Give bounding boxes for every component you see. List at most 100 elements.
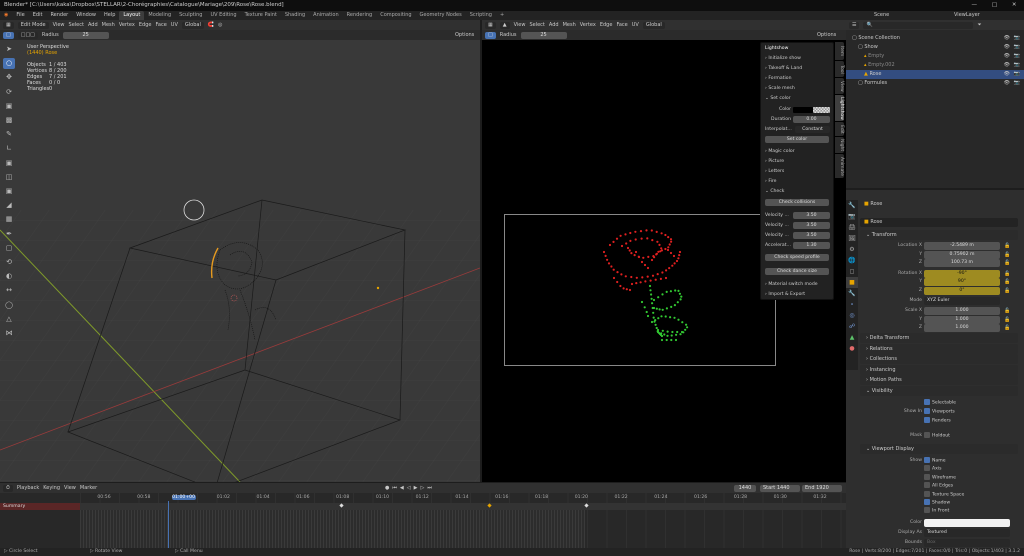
edge-slide-icon[interactable]: ↔	[3, 285, 15, 296]
rip-icon[interactable]: ⋈	[3, 328, 15, 339]
visibility-eye-icon[interactable]: 👁	[1004, 79, 1010, 88]
menu-render[interactable]: Render	[46, 11, 72, 20]
velocity-field[interactable]: 3.50	[793, 222, 830, 229]
check-dance-size-button[interactable]: Check dance size	[765, 268, 829, 275]
acceleration-field[interactable]: 1.30	[793, 242, 830, 249]
rotation-mode-dropdown[interactable]: XYZ Euler	[924, 297, 1000, 305]
visibility-eye-icon[interactable]: 👁	[1004, 70, 1010, 79]
outliner-row[interactable]: ▴ Empty 👁 📷	[846, 52, 1024, 61]
tab-geometry-nodes[interactable]: Geometry Nodes	[416, 11, 466, 20]
add-menu[interactable]: Add	[549, 22, 559, 28]
menu-edit[interactable]: Edit	[29, 11, 47, 20]
tab-edit[interactable]: Edit	[835, 122, 844, 136]
outliner-search[interactable]: 🔍	[863, 21, 974, 29]
tab-layout[interactable]: Layout	[119, 11, 145, 20]
radius-field[interactable]: 25	[62, 31, 109, 39]
renders-checkbox[interactable]: Renders	[924, 417, 951, 426]
knife-icon[interactable]: ✒	[3, 229, 15, 240]
display-checkbox[interactable]: All Edges	[924, 482, 953, 491]
collection-tab-icon[interactable]: ◻	[846, 266, 858, 277]
viewports-checkbox[interactable]: Viewports	[924, 408, 955, 417]
duration-field[interactable]: 0.00	[793, 116, 830, 123]
render-camera-icon[interactable]: 📷	[1014, 34, 1020, 43]
play-icon[interactable]: ▶	[414, 485, 418, 491]
mesh-menu[interactable]: Mesh	[102, 22, 115, 28]
output-tab-icon[interactable]: 🖨	[846, 222, 858, 233]
visibility-eye-icon[interactable]: 👁	[1004, 61, 1010, 70]
property-field[interactable]: 0°	[924, 286, 1000, 295]
section-magic-color[interactable]: › Magic color	[765, 147, 829, 156]
add-cube-icon[interactable]: ▣	[3, 158, 15, 169]
tab-texture-paint[interactable]: Texture Paint	[241, 11, 281, 20]
selectable-checkbox[interactable]: Selectable	[924, 399, 956, 408]
menu-window[interactable]: Window	[72, 11, 100, 20]
transform-orientation-dropdown[interactable]: Global	[642, 21, 665, 29]
view-menu[interactable]: View	[53, 22, 65, 28]
section-import-export[interactable]: › Import & Export	[765, 290, 829, 299]
visibility-eye-icon[interactable]: 👁	[1004, 34, 1010, 43]
collapsed-section[interactable]: › Motion Paths	[860, 375, 1018, 386]
velocity-field[interactable]: 3.50	[793, 212, 830, 219]
render-camera-icon[interactable]: 📷	[1014, 61, 1020, 70]
editor-type-icon[interactable]: ▦	[485, 21, 496, 29]
shear-icon[interactable]: △	[3, 314, 15, 325]
tab-scripting[interactable]: Scripting	[466, 11, 496, 20]
mode-icon[interactable]: ▲	[499, 21, 510, 29]
extrude-icon[interactable]: ◫	[3, 172, 15, 183]
world-tab-icon[interactable]: 🌐	[846, 255, 858, 266]
proportional-edit-icon[interactable]: ◎	[218, 22, 222, 28]
modifier-tab-icon[interactable]: 🔧	[846, 288, 858, 299]
collapsed-section[interactable]: › Instancing	[860, 364, 1018, 375]
menu-help[interactable]: Help	[100, 11, 119, 20]
cursor-icon[interactable]: ➤	[3, 44, 15, 55]
maximize-icon[interactable]: □	[992, 0, 997, 11]
loopcut-icon[interactable]: ▦	[3, 214, 15, 225]
outliner-row[interactable]: ▢ Show 👁 📷	[846, 43, 1024, 52]
face-menu[interactable]: Face	[155, 22, 166, 28]
inset-icon[interactable]: ▣	[3, 186, 15, 197]
tab-shading[interactable]: Shading	[281, 11, 309, 20]
radius-field[interactable]: 25	[520, 31, 567, 39]
close-icon[interactable]: ✕	[1012, 0, 1017, 11]
section-fire[interactable]: › Fire	[765, 177, 829, 186]
section-scale-mesh[interactable]: › Scale mesh	[765, 84, 829, 93]
editor-type-icon[interactable]: ▦	[3, 21, 14, 29]
check-collisions-button[interactable]: Check collisions	[765, 199, 829, 206]
scene-tab-icon[interactable]: ⚙	[846, 244, 858, 255]
tab-uv-editing[interactable]: UV Editing	[206, 11, 240, 20]
uv-menu[interactable]: UV	[171, 22, 178, 28]
jump-start-icon[interactable]: ⏮	[392, 485, 397, 491]
prev-key-icon[interactable]: ◀	[400, 485, 404, 491]
interpolation-dropdown[interactable]: Constant	[795, 126, 830, 133]
end-frame-field[interactable]: End 1920	[802, 484, 842, 492]
select-menu[interactable]: Select	[529, 22, 544, 28]
tab-view[interactable]: View	[835, 78, 844, 94]
tab-night[interactable]: Night	[835, 137, 844, 153]
data-tab-icon[interactable]: ▲	[846, 332, 858, 343]
section-formation[interactable]: › Formation	[765, 74, 829, 83]
collapsed-section[interactable]: › Delta Transform	[860, 333, 1018, 343]
polybuild-icon[interactable]: ▢	[3, 243, 15, 254]
transform-orientation-dropdown[interactable]: Global	[181, 21, 204, 29]
jump-end-icon[interactable]: ⏭	[427, 485, 432, 491]
render-camera-icon[interactable]: 📷	[1014, 43, 1020, 52]
render-camera-icon[interactable]: 📷	[1014, 52, 1020, 61]
bounds-dropdown[interactable]: Box	[924, 539, 1010, 547]
scale-icon[interactable]: ▣	[3, 101, 15, 112]
options-dropdown[interactable]: Options	[817, 32, 836, 38]
start-frame-field[interactable]: Start 1440	[760, 484, 800, 492]
tab-animation[interactable]: Animation	[309, 11, 343, 20]
tab-sculpting[interactable]: Sculpting	[175, 11, 206, 20]
annotate-icon[interactable]: ✎	[3, 129, 15, 140]
display-checkbox[interactable]: Wireframe	[924, 473, 956, 483]
marker-menu[interactable]: Marker	[80, 485, 97, 491]
keying-menu[interactable]: Keying	[43, 485, 60, 491]
select-set-icon[interactable]: □□□	[17, 31, 38, 39]
collapsed-section[interactable]: › Collections	[860, 354, 1018, 365]
measure-icon[interactable]: ∟	[3, 143, 15, 154]
section-picture[interactable]: › Picture	[765, 157, 829, 166]
shrink-icon[interactable]: ◯	[3, 300, 15, 311]
property-field[interactable]: 0.75902 m	[924, 250, 1000, 259]
velocity-field[interactable]: 3.50	[793, 232, 830, 239]
tool-tab-icon[interactable]: 🔧	[846, 200, 858, 211]
